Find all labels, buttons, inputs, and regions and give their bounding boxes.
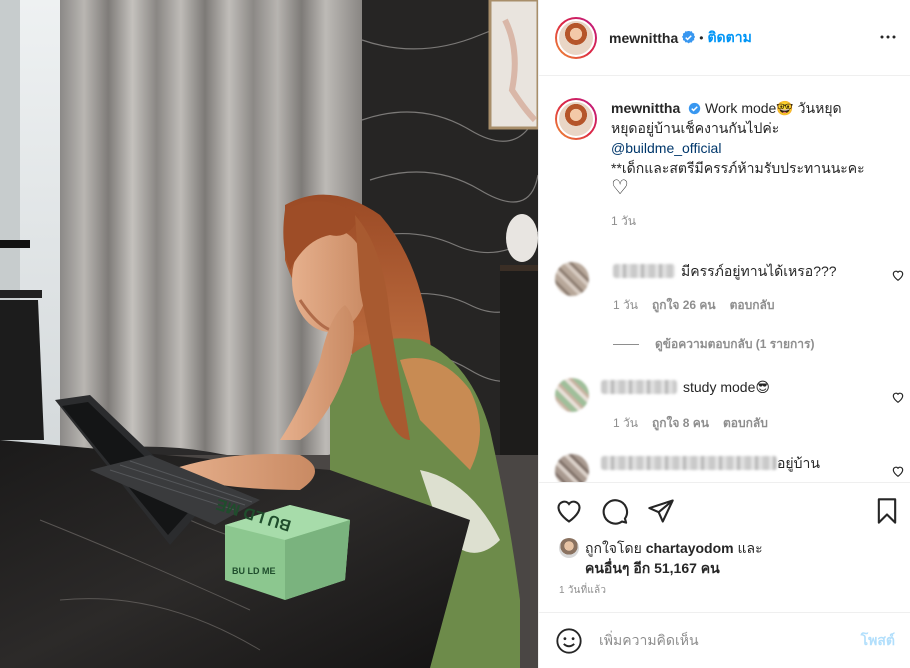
comment-avatar[interactable]	[555, 378, 589, 412]
comment-avatar[interactable]	[555, 262, 589, 296]
more-horizontal-icon[interactable]	[879, 28, 897, 46]
heart-icon[interactable]	[555, 497, 583, 525]
post-photo-illustration: BU LD ME BU LD ME	[0, 0, 538, 668]
comment-likes[interactable]: ถูกใจ 8 คน	[652, 416, 709, 430]
post-header: mewnittha • ติดตาม	[539, 0, 910, 76]
caption-username[interactable]: mewnittha	[611, 100, 680, 116]
comment-likes[interactable]: ถูกใจ 26 คน	[652, 298, 716, 312]
comment-avatar[interactable]	[555, 454, 589, 482]
comment-input[interactable]: เพิ่มความคิดเห็น	[599, 630, 861, 652]
add-comment-bar: เพิ่มความคิดเห็น โพสต์	[539, 612, 910, 668]
likes-others[interactable]: คนอื่นๆ อีก 51,167 คน	[585, 560, 720, 576]
post-comment-button[interactable]: โพสต์	[861, 630, 895, 652]
comment-text-blurred	[601, 456, 777, 470]
post-photo[interactable]: BU LD ME BU LD ME	[0, 0, 538, 668]
view-replies-button[interactable]: ดูข้อความตอบกลับ (1 รายการ)	[613, 335, 814, 354]
caption-avatar[interactable]	[555, 98, 597, 140]
comment-heart-icon[interactable]	[891, 268, 905, 282]
comment-heart-icon[interactable]	[891, 464, 905, 478]
comment-bubble-icon[interactable]	[601, 497, 629, 525]
comment-time[interactable]: 1 วัน	[613, 298, 638, 312]
liker-avatar[interactable]	[559, 538, 579, 558]
author-avatar[interactable]	[555, 16, 597, 59]
paper-plane-icon[interactable]	[647, 497, 675, 525]
post-side-panel: mewnittha • ติดตาม mewnittha Work mode🤓 …	[538, 0, 910, 668]
box-front-label: BU LD ME	[232, 566, 276, 576]
reply-button[interactable]: ตอบกลับ	[730, 298, 775, 312]
comment-username-blurred[interactable]	[613, 264, 675, 278]
verified-badge-icon	[682, 31, 696, 44]
caption-heart: ♡	[611, 177, 629, 199]
likes-summary: ถูกใจโดย chartayodom และ คนอื่นๆ อีก 51,…	[559, 538, 763, 578]
comment-time[interactable]: 1 วัน	[613, 416, 638, 430]
comment-username-blurred[interactable]	[601, 380, 677, 394]
caption-time[interactable]: 1 วัน	[611, 211, 865, 231]
comment-text: อยู่บ้าน	[777, 455, 820, 471]
caption-mention-link[interactable]: @buildme_official	[611, 140, 721, 156]
post-caption: mewnittha Work mode🤓 วันหยุด หยุดอยู่บ้า…	[555, 98, 905, 231]
liker-username[interactable]: chartayodom	[646, 540, 734, 556]
caption-line-1: Work mode🤓 วันหยุด	[705, 100, 842, 116]
author-username[interactable]: mewnittha	[609, 30, 678, 46]
likes-prefix: ถูกใจโดย	[585, 540, 642, 556]
verified-badge-icon	[688, 102, 701, 115]
emoji-smile-icon[interactable]	[555, 627, 583, 655]
reply-button[interactable]: ตอบกลับ	[723, 416, 768, 430]
follow-button[interactable]: ติดตาม	[707, 27, 751, 49]
header-separator: •	[699, 30, 704, 45]
view-replies-label: ดูข้อความตอบกลับ (1 รายการ)	[655, 337, 815, 351]
posted-time[interactable]: 1 วันที่แล้ว	[559, 583, 606, 598]
comment-text: มีครรภ์อยู่ทานได้เหรอ???	[681, 263, 837, 279]
comment-heart-icon[interactable]	[891, 390, 905, 404]
caption-line-2: หยุดอยู่บ้านเช็คงานกันไปค่ะ	[611, 120, 780, 136]
likes-joiner: และ	[737, 540, 763, 556]
post-action-bar	[539, 482, 910, 540]
bookmark-icon[interactable]	[873, 497, 901, 525]
comment-text: study mode😎	[683, 379, 770, 395]
comments-scroll-area[interactable]: mewnittha Work mode🤓 วันหยุด หยุดอยู่บ้า…	[539, 76, 910, 482]
caption-line-4: **เด็กและสตรีมีครรภ์ห้ามรับประทานนะคะ	[611, 160, 865, 176]
